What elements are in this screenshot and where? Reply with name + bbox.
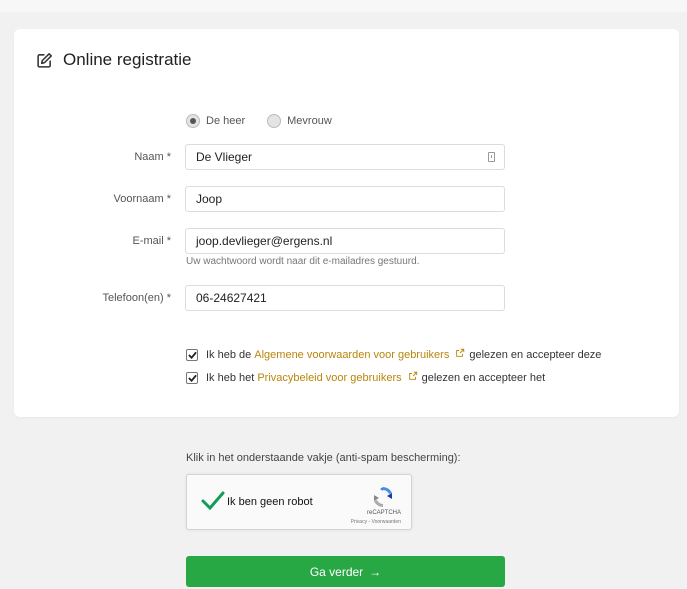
- continue-label: Ga verder: [309, 564, 364, 579]
- continue-button[interactable]: Ga verder →: [186, 556, 505, 587]
- terms-checkbox[interactable]: [186, 348, 198, 361]
- email-field[interactable]: joop.devlieger@ergens.nl: [185, 228, 505, 254]
- autofill-icon[interactable]: [488, 152, 495, 162]
- telefoon-field[interactable]: 06-24627421: [185, 285, 505, 311]
- captcha-label: Ik ben geen robot: [227, 496, 313, 508]
- agreement-privacy: Ik heb het Privacybeleid voor gebruikers…: [186, 371, 545, 384]
- captcha-links[interactable]: Privacy - Voorwaarden: [351, 519, 401, 525]
- privacy-checkbox[interactable]: [186, 371, 198, 384]
- radio-mevrouw[interactable]: Mevrouw: [267, 114, 332, 128]
- radio-de-heer[interactable]: De heer: [186, 114, 245, 128]
- captcha-brand: reCAPTCHA: [366, 510, 401, 516]
- external-link-icon: [455, 348, 465, 361]
- antispam-instruction: Klik in het onderstaande vakje (anti-spa…: [186, 452, 461, 464]
- terms-prefix: Ik heb de: [206, 348, 252, 361]
- radio-label-mevrouw: Mevrouw: [287, 115, 332, 127]
- privacy-prefix: Ik heb het: [206, 371, 255, 384]
- edit-icon: [36, 52, 53, 69]
- external-link-icon: [408, 371, 418, 384]
- email-label: E-mail *: [132, 235, 171, 247]
- page-title: Online registratie: [36, 49, 192, 71]
- voornaam-label: Voornaam *: [113, 193, 171, 205]
- agreement-terms: Ik heb de Algemene voorwaarden voor gebr…: [186, 348, 601, 361]
- naam-field[interactable]: De Vlieger: [185, 144, 505, 170]
- terms-link[interactable]: Algemene voorwaarden voor gebruikers: [254, 349, 449, 361]
- privacy-suffix: gelezen en accepteer het: [421, 371, 546, 384]
- salutation-group: De heer Mevrouw: [186, 114, 354, 128]
- telefoon-label: Telefoon(en) *: [102, 292, 172, 304]
- page-title-text: Online registratie: [63, 50, 192, 69]
- radio-label-de-heer: De heer: [206, 115, 246, 127]
- naam-label: Naam *: [134, 151, 171, 163]
- voornaam-field[interactable]: Joop: [185, 186, 505, 212]
- terms-suffix: gelezen en accepteer deze: [469, 348, 602, 361]
- arrow-right-icon: →: [369, 564, 382, 579]
- captcha-checkmark-icon[interactable]: [201, 491, 225, 516]
- radio-button[interactable]: [267, 114, 282, 128]
- recaptcha-widget: Ik ben geen robot reCAPTCHA Privacy - Vo…: [186, 474, 412, 530]
- email-helper-text: Uw wachtwoord wordt naar dit e-mailadres…: [186, 256, 420, 267]
- top-strip: [0, 0, 687, 12]
- radio-button-selected[interactable]: [186, 114, 200, 128]
- privacy-link[interactable]: Privacybeleid voor gebruikers: [257, 372, 401, 384]
